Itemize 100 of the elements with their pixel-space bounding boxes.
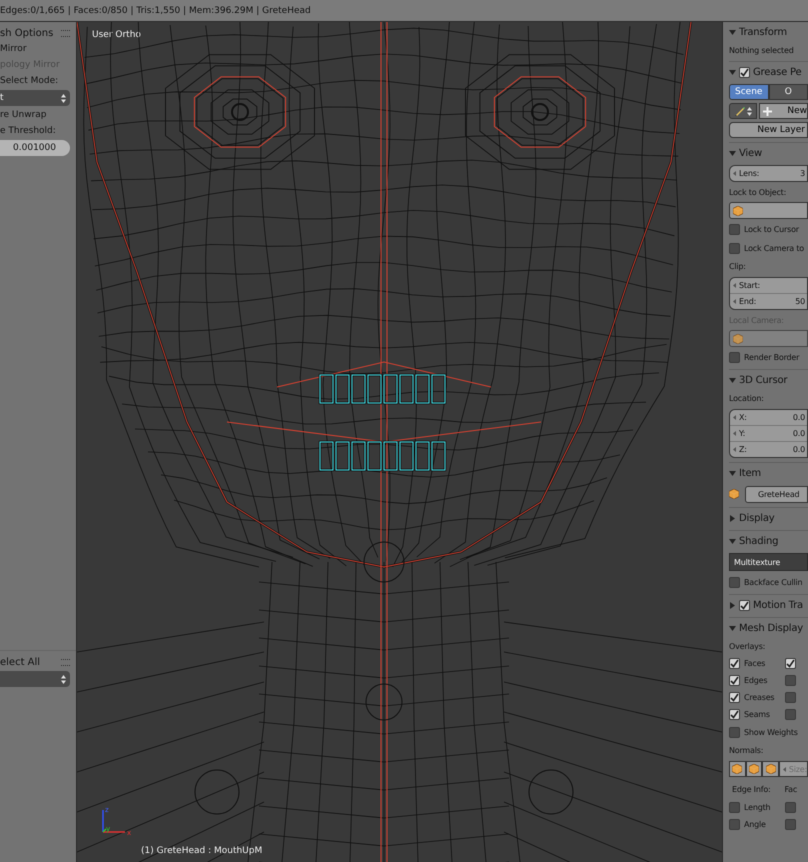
left-arrow-icon bbox=[733, 415, 736, 420]
up-down-arrows-icon bbox=[61, 94, 66, 102]
tab[interactable]: O bbox=[768, 84, 808, 100]
checkbox[interactable] bbox=[739, 600, 750, 610]
pencil-selector[interactable] bbox=[729, 103, 757, 119]
checkbox[interactable] bbox=[729, 709, 740, 720]
field-name: End: bbox=[739, 297, 756, 306]
checkbox[interactable] bbox=[729, 692, 740, 703]
field-name: Lens: bbox=[739, 169, 760, 178]
left-arrow-icon bbox=[733, 299, 736, 304]
field-label: Location: bbox=[729, 393, 765, 405]
checkbox-label: Lock Camera to bbox=[744, 244, 804, 253]
normals-toggle[interactable] bbox=[729, 761, 746, 777]
checkbox[interactable] bbox=[729, 658, 740, 669]
checkbox-label: Backface Cullin bbox=[744, 578, 802, 587]
expanded-arrow-icon[interactable] bbox=[729, 28, 736, 36]
left-arrow-icon bbox=[733, 171, 736, 176]
checkbox[interactable] bbox=[785, 819, 796, 830]
left-arrow-icon bbox=[733, 447, 736, 452]
checkbox[interactable] bbox=[785, 709, 796, 720]
panel-header[interactable]: Motion Tra bbox=[753, 600, 803, 610]
left-arrow-icon bbox=[782, 766, 786, 772]
cube-icon bbox=[733, 334, 743, 344]
object-field[interactable] bbox=[729, 202, 808, 219]
field-name: Y: bbox=[739, 429, 746, 438]
panel-header[interactable]: Mesh Display bbox=[739, 622, 803, 634]
checkbox[interactable] bbox=[729, 727, 740, 738]
number-field[interactable]: X: 0.0 bbox=[730, 410, 807, 425]
name-field[interactable]: GreteHead bbox=[745, 486, 808, 502]
checkbox[interactable] bbox=[729, 352, 740, 363]
field-label: Edge Info: bbox=[732, 784, 771, 794]
field-label: Normals: bbox=[729, 745, 764, 757]
checkbox[interactable] bbox=[729, 819, 740, 830]
left-arrow-icon bbox=[733, 283, 736, 288]
panel-header[interactable]: Display bbox=[739, 512, 774, 524]
number-field[interactable]: Z: 0.0 bbox=[730, 441, 807, 457]
option-label[interactable]: Select Mode: bbox=[0, 73, 76, 89]
field-name: X: bbox=[739, 413, 747, 422]
checkbox[interactable] bbox=[729, 802, 740, 813]
checkbox-label: Lock to Cursor bbox=[744, 225, 799, 234]
option-label[interactable]: re Unwrap bbox=[0, 107, 76, 123]
tab[interactable]: Scene bbox=[729, 84, 768, 100]
new-button[interactable]: New bbox=[759, 103, 808, 119]
checkbox-label: Edges bbox=[744, 676, 768, 685]
checkbox-label: Angle bbox=[744, 820, 766, 829]
number-field[interactable]: Y: 0.0 bbox=[730, 425, 807, 441]
field-label: Overlays: bbox=[729, 641, 766, 653]
field-name: Start: bbox=[739, 281, 760, 290]
expanded-arrow-icon[interactable] bbox=[729, 538, 736, 544]
dropdown[interactable]: t bbox=[0, 90, 70, 106]
dropdown-value: t bbox=[0, 93, 4, 103]
number-field[interactable]: End: 50 bbox=[730, 293, 807, 309]
number-field[interactable]: Start: bbox=[730, 278, 807, 293]
drag-handle-icon[interactable] bbox=[61, 658, 70, 666]
field-value: 0.0 bbox=[792, 413, 805, 422]
checkbox[interactable] bbox=[785, 802, 796, 813]
expanded-arrow-icon[interactable] bbox=[729, 150, 736, 156]
plus-icon bbox=[763, 106, 772, 116]
expanded-arrow-icon[interactable] bbox=[729, 624, 736, 632]
normals-toggle[interactable] bbox=[762, 761, 779, 777]
view-label: User Ortho bbox=[92, 30, 141, 40]
field-name: Z: bbox=[739, 445, 747, 454]
checkbox[interactable] bbox=[729, 224, 740, 235]
expanded-arrow-icon[interactable] bbox=[729, 68, 736, 76]
expanded-arrow-icon[interactable] bbox=[729, 376, 736, 384]
panel-header[interactable]: Item bbox=[739, 468, 761, 478]
button[interactable]: New Layer bbox=[729, 122, 808, 138]
number-field[interactable]: Lens: 3 bbox=[730, 166, 807, 181]
checkbox-label: Length bbox=[744, 803, 770, 812]
number-field[interactable]: 0.001000 bbox=[0, 140, 70, 156]
field-label: Lock to Object: bbox=[729, 187, 788, 199]
dropdown[interactable] bbox=[0, 671, 70, 687]
panel-header[interactable]: 3D Cursor bbox=[739, 374, 788, 386]
drag-handle-icon[interactable] bbox=[61, 30, 70, 36]
normals-toggle[interactable] bbox=[746, 761, 762, 777]
collapsed-arrow-icon[interactable] bbox=[729, 602, 736, 608]
panel-header[interactable]: Grease Pe bbox=[753, 66, 802, 78]
collapsed-arrow-icon[interactable] bbox=[729, 514, 736, 522]
pencil-icon bbox=[734, 106, 744, 116]
up-down-arrows-icon bbox=[61, 674, 66, 684]
checkbox[interactable] bbox=[785, 675, 796, 686]
checkbox[interactable] bbox=[729, 577, 740, 588]
checkbox[interactable] bbox=[739, 66, 750, 78]
panel-title[interactable]: sh Options bbox=[0, 28, 54, 38]
field-label: Clip: bbox=[729, 261, 747, 273]
up-down-arrows-icon bbox=[746, 106, 752, 116]
panel-title[interactable]: elect All bbox=[0, 656, 40, 668]
panel-header[interactable]: Shading bbox=[739, 536, 778, 546]
checkbox[interactable] bbox=[785, 692, 796, 703]
field-value: 50 bbox=[795, 297, 805, 306]
checkbox[interactable] bbox=[729, 243, 740, 254]
option-label[interactable]: e Threshold: bbox=[0, 123, 76, 139]
dropdown[interactable]: Multitexture bbox=[729, 553, 808, 571]
option-label[interactable]: Mirror bbox=[0, 41, 76, 57]
panel-header[interactable]: View bbox=[739, 148, 762, 158]
field-value: 3 bbox=[800, 169, 805, 178]
checkbox[interactable] bbox=[729, 675, 740, 686]
panel-header[interactable]: Transform bbox=[739, 26, 787, 38]
checkbox[interactable] bbox=[785, 658, 796, 669]
expanded-arrow-icon[interactable] bbox=[729, 470, 736, 476]
